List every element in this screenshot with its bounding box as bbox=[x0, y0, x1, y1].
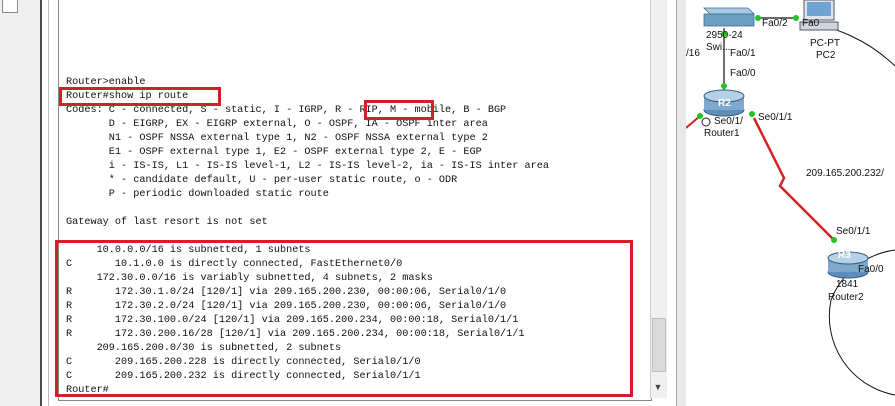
left-panel-edge bbox=[0, 0, 42, 406]
port-up-dot bbox=[755, 15, 761, 21]
link-network-label: 209.165.200.232/ bbox=[806, 168, 884, 179]
cli-line: Codes: C - connected, S - static, I - IG… bbox=[66, 105, 507, 116]
router2-fa-port-label: Fa0/0 bbox=[858, 264, 884, 275]
pc-name-label: PC2 bbox=[816, 50, 836, 61]
port-up-dot bbox=[721, 83, 727, 89]
router2-icon-label: R3 bbox=[838, 250, 851, 261]
panel-border bbox=[40, 0, 42, 406]
cli-scrollbar-thumb[interactable] bbox=[652, 318, 666, 372]
port-up-dot bbox=[697, 113, 703, 119]
left-edge-label: /16 bbox=[686, 48, 700, 59]
router2-model-label: 1841 bbox=[836, 279, 859, 290]
router2-se-port-label: Se0/1/1 bbox=[836, 226, 871, 237]
cli-line: i - IS-IS, L1 - IS-IS level-1, L2 - IS-I… bbox=[66, 161, 549, 172]
switch-model-label: 2950-24 bbox=[706, 30, 743, 41]
cli-line: N1 - OSPF NSSA external type 1, N2 - OSP… bbox=[66, 133, 488, 144]
topology-drawing bbox=[686, 0, 895, 396]
port-up-dot bbox=[831, 237, 837, 243]
pc-port-label: Fa0 bbox=[802, 18, 820, 29]
router1-se0-port-label: Se0/1/ bbox=[714, 116, 743, 127]
highlight-routing-table bbox=[55, 240, 633, 397]
port-up-dot bbox=[793, 15, 799, 21]
scroll-down-arrow-icon[interactable]: ▼ bbox=[651, 380, 665, 394]
cli-line: Gateway of last resort is not set bbox=[66, 217, 268, 228]
cli-line: D - EIGRP, EX - EIGRP external, O - OSPF… bbox=[66, 119, 488, 130]
cli-line: P - periodic downloaded static route bbox=[66, 189, 329, 200]
cli-line: E1 - OSPF external type 1, E2 - OSPF ext… bbox=[66, 147, 482, 158]
port-up-dot bbox=[749, 111, 755, 117]
switch-port-pc-label: Fa0/2 bbox=[762, 18, 788, 29]
router1-name-label[interactable]: Router1 bbox=[704, 128, 740, 139]
link-router1-router2-serial bbox=[752, 117, 835, 241]
pc-model-label: PC-PT bbox=[810, 38, 840, 49]
router1-fa-port-label: Fa0/0 bbox=[730, 68, 756, 79]
network-topology-canvas[interactable]: 2950-24 Swi... Fa0/2 Fa0/1 /16 Fa0 PC-PT… bbox=[686, 0, 895, 406]
switch-icon bbox=[703, 7, 755, 27]
clock-icon bbox=[701, 117, 711, 127]
cli-line: * - candidate default, U - per-user stat… bbox=[66, 175, 458, 186]
router2-name-label[interactable]: Router2 bbox=[828, 292, 864, 303]
checkbox-fragment[interactable] bbox=[2, 0, 18, 13]
highlight-rip-code bbox=[364, 100, 434, 120]
highlight-show-ip-route bbox=[59, 87, 221, 106]
switch-port-router-label: Fa0/1 bbox=[730, 48, 756, 59]
switch-name-label: Swi... bbox=[706, 42, 731, 53]
router1-icon-label: R2 bbox=[718, 98, 731, 109]
router1-se1-port-label: Se0/1/1 bbox=[758, 112, 793, 123]
